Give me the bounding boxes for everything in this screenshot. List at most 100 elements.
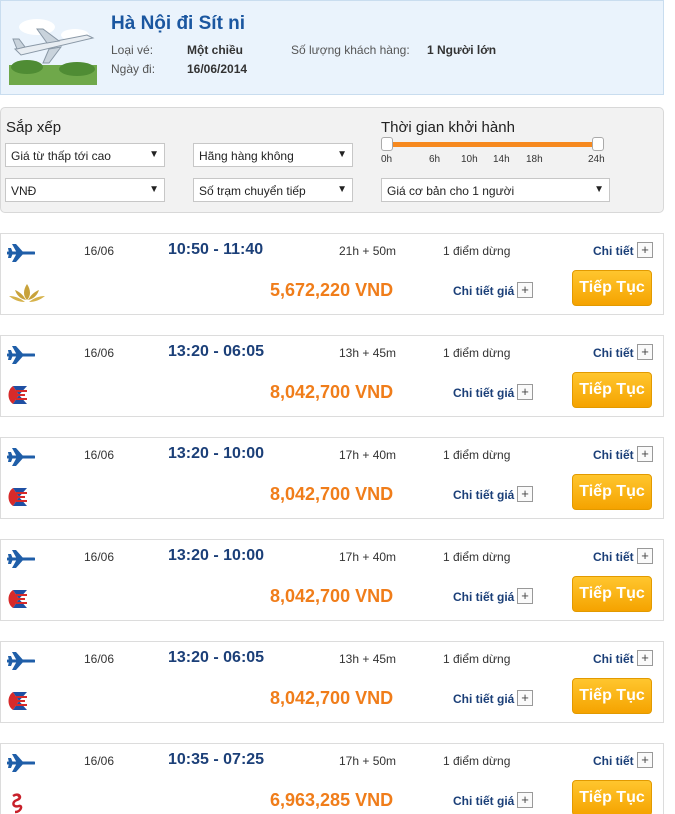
airplane-icon (7, 448, 35, 466)
flight-price: 8,042,700 VND (270, 586, 394, 606)
continue-button[interactable]: Tiếp Tục (572, 372, 652, 408)
continue-button[interactable]: Tiếp Tục (572, 576, 652, 612)
flight-detail-link[interactable]: Chi tiết (593, 448, 634, 462)
airplane-illustration-icon (9, 19, 97, 85)
slider-max-handle[interactable] (592, 137, 604, 151)
flight-date: 16/06 (84, 346, 115, 360)
airplane-icon (7, 550, 35, 568)
price-detail-link[interactable]: Chi tiết giá (453, 590, 514, 604)
flight-date: 16/06 (84, 550, 115, 564)
flight-stops: 1 điểm dừng (443, 346, 511, 360)
flight-price: 8,042,700 VND (270, 382, 394, 402)
dropdown-arrow-icon: ▼ (149, 184, 159, 195)
ticket-type-label: Loại vé: (111, 43, 154, 57)
flight-duration: 13h + 45m (339, 346, 397, 360)
search-summary-header: Hà Nội đi Sít ni Loại vé: Một chiều Số l… (0, 0, 664, 95)
flight-time: 13:20 - 06:05 (168, 343, 265, 360)
flight-detail-link[interactable]: Chi tiết (593, 652, 634, 666)
flight-time: 13:20 - 10:00 (168, 547, 265, 564)
airplane-icon (7, 244, 35, 262)
flight-result-card: 16/06 13:20 - 10:00 17h + 40m 1 điểm dừn… (0, 437, 664, 519)
ticket-type-value: Một chiều (187, 43, 243, 57)
flight-result-card: 16/06 13:20 - 10:00 17h + 40m 1 điểm dừn… (0, 539, 664, 621)
flight-time: 10:35 - 07:25 (168, 751, 265, 768)
expand-price-detail-button[interactable]: + (517, 384, 533, 400)
flight-detail-link[interactable]: Chi tiết (593, 244, 634, 258)
dropdown-arrow-icon: ▼ (337, 149, 347, 160)
dropdown-arrow-icon: ▼ (149, 149, 159, 160)
flight-price: 6,963,285 VND (270, 790, 394, 810)
flight-price: 8,042,700 VND (270, 688, 394, 708)
airplane-icon (7, 754, 35, 772)
expand-price-detail-button[interactable]: + (517, 792, 533, 808)
stops-select-value: Số trạm chuyển tiếp (199, 184, 306, 198)
flight-stops: 1 điểm dừng (443, 754, 511, 768)
flight-date: 16/06 (84, 754, 115, 768)
continue-button[interactable]: Tiếp Tục (572, 678, 652, 714)
passengers-value: 1 Người lớn (427, 43, 497, 57)
sort-heading: Sắp xếp (6, 119, 62, 136)
airline-select[interactable]: Hãng hàng không ▼ (193, 143, 353, 167)
expand-price-detail-button[interactable]: + (517, 588, 533, 604)
expand-detail-button[interactable]: + (637, 650, 653, 666)
price-detail-link[interactable]: Chi tiết giá (453, 794, 514, 808)
continue-button[interactable]: Tiếp Tục (572, 780, 652, 814)
expand-detail-button[interactable]: + (637, 446, 653, 462)
flight-date: 16/06 (84, 244, 115, 258)
flight-duration: 17h + 50m (339, 754, 397, 768)
flight-detail-link[interactable]: Chi tiết (593, 754, 634, 768)
airplane-icon (7, 346, 35, 364)
price-detail-link[interactable]: Chi tiết giá (453, 284, 514, 298)
expand-price-detail-button[interactable]: + (517, 282, 533, 298)
expand-detail-button[interactable]: + (637, 242, 653, 258)
flight-detail-link[interactable]: Chi tiết (593, 346, 634, 360)
slider-tick-label: 18h (526, 154, 543, 165)
flight-result-card: 16/06 13:20 - 06:05 13h + 45m 1 điểm dừn… (0, 335, 664, 417)
flight-price: 5,672,220 VND (270, 280, 394, 300)
depart-time-heading: Thời gian khởi hành (381, 119, 515, 136)
continue-button[interactable]: Tiếp Tục (572, 474, 652, 510)
flight-stops: 1 điểm dừng (443, 550, 511, 564)
kite-logo-icon (8, 590, 27, 608)
dropdown-arrow-icon: ▼ (594, 184, 604, 195)
price-basis-select[interactable]: Giá cơ bản cho 1 người ▼ (381, 178, 610, 202)
currency-select[interactable]: VNĐ ▼ (5, 178, 165, 202)
depart-time-slider-track[interactable] (386, 142, 597, 147)
continue-button[interactable]: Tiếp Tục (572, 270, 652, 306)
sort-select[interactable]: Giá từ thấp tới cao ▼ (5, 143, 165, 167)
kite-logo-icon (8, 488, 27, 506)
flight-duration: 17h + 40m (339, 448, 397, 462)
flight-price: 8,042,700 VND (270, 484, 394, 504)
slider-tick-label: 0h (381, 154, 393, 165)
slider-tick-label: 14h (493, 154, 510, 165)
stops-select[interactable]: Số trạm chuyển tiếp ▼ (193, 178, 353, 202)
lotus-logo-icon (9, 284, 45, 302)
flight-stops: 1 điểm dừng (443, 652, 511, 666)
price-basis-select-value: Giá cơ bản cho 1 người (387, 184, 515, 198)
flight-time: 10:50 - 11:40 (168, 241, 264, 258)
flight-result-card: 16/06 10:35 - 07:25 17h + 50m 1 điểm dừn… (0, 743, 664, 814)
passengers-label: Số lượng khách hàng: (291, 43, 410, 57)
expand-price-detail-button[interactable]: + (517, 690, 533, 706)
flight-time: 13:20 - 06:05 (168, 649, 265, 666)
expand-price-detail-button[interactable]: + (517, 486, 533, 502)
dropdown-arrow-icon: ▼ (337, 184, 347, 195)
price-detail-link[interactable]: Chi tiết giá (453, 692, 514, 706)
flight-duration: 13h + 45m (339, 652, 397, 666)
slider-min-handle[interactable] (381, 137, 393, 151)
flight-stops: 1 điểm dừng (443, 448, 511, 462)
slider-tick-label: 24h (588, 154, 605, 165)
kite-logo-icon (8, 692, 27, 710)
expand-detail-button[interactable]: + (637, 548, 653, 564)
price-detail-link[interactable]: Chi tiết giá (453, 488, 514, 502)
flight-date: 16/06 (84, 652, 115, 666)
route-title: Hà Nội đi Sít ni (111, 13, 246, 34)
currency-select-value: VNĐ (11, 184, 37, 198)
flight-time: 13:20 - 10:00 (168, 445, 265, 462)
price-detail-link[interactable]: Chi tiết giá (453, 386, 514, 400)
flight-stops: 1 điểm dừng (443, 244, 511, 258)
flight-detail-link[interactable]: Chi tiết (593, 550, 634, 564)
expand-detail-button[interactable]: + (637, 752, 653, 768)
expand-detail-button[interactable]: + (637, 344, 653, 360)
flight-result-card: 16/06 10:50 - 11:40 21h + 50m 1 điểm dừn… (0, 233, 664, 315)
